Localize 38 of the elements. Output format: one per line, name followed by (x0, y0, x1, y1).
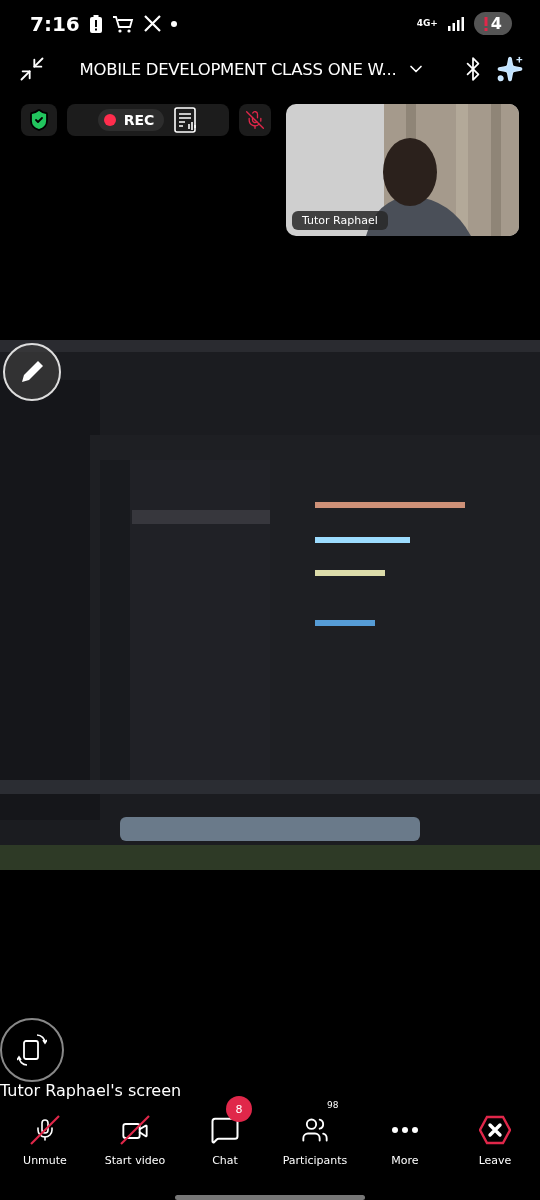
toolbar-label: Leave (478, 1154, 512, 1168)
toolbar-label: Chat (212, 1154, 238, 1168)
rotate-screen-button[interactable] (0, 1018, 64, 1083)
chat-bubble-icon (210, 1115, 240, 1146)
shopping-cart-icon (111, 15, 134, 33)
unread-badge: 8 (226, 1096, 252, 1123)
alert-icon (483, 17, 488, 31)
close-hexagon-icon (479, 1115, 511, 1146)
dot-icon (170, 21, 177, 27)
leave-toolbar-button[interactable]: Leave (450, 1094, 540, 1168)
participant-name: Tutor Raphael (292, 211, 388, 231)
recording-chip[interactable]: REC (67, 104, 229, 137)
shield-check-icon (27, 108, 51, 133)
rec-label: REC (123, 112, 155, 129)
participant-count: 98 (327, 1100, 339, 1111)
chat-toolbar-button[interactable]: 8 Chat (180, 1094, 270, 1168)
transcript-icon (174, 107, 199, 134)
more-dots-icon (392, 1127, 418, 1134)
pencil-annotate-icon[interactable] (2, 342, 62, 403)
battery-level: 4 (490, 14, 502, 34)
sparkle-icon[interactable] (496, 55, 524, 84)
meeting-title[interactable]: MOBILE DEVELOPMENT CLASS ONE W... (79, 59, 397, 79)
clock-time: 7:16 (30, 12, 80, 36)
security-chip[interactable] (21, 104, 57, 137)
screen-owner-label: Tutor Raphael's screen (0, 1081, 183, 1101)
participants-toolbar-button[interactable]: 98 Participants (270, 1094, 360, 1168)
toolbar-label: Start video (104, 1154, 166, 1168)
x-mark-icon (143, 15, 161, 33)
network-type: 4G+ (416, 19, 438, 29)
signal-icon (447, 17, 464, 31)
battery-alert-icon (89, 15, 102, 33)
rotate-device-icon (17, 1033, 47, 1068)
toolbar-label: Participants (282, 1154, 348, 1168)
record-dot-icon (103, 114, 116, 127)
toolbar-label: More (391, 1154, 419, 1168)
toolbar-label: Unmute (23, 1154, 67, 1168)
more-toolbar-button[interactable]: More (360, 1094, 450, 1168)
mic-status-chip[interactable] (239, 104, 271, 137)
